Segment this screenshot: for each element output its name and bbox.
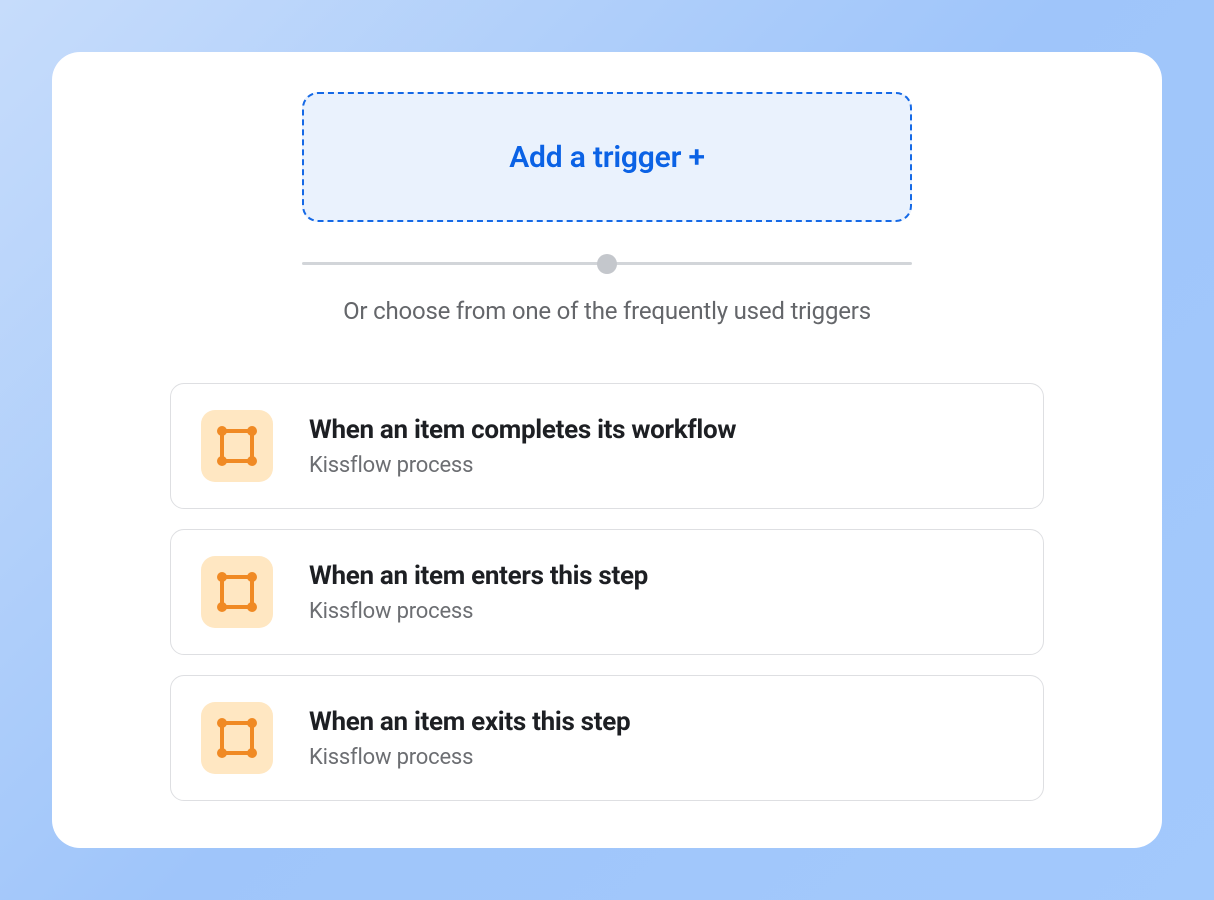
trigger-subtitle: Kissflow process bbox=[309, 745, 630, 770]
kissflow-process-icon bbox=[201, 702, 273, 774]
add-trigger-button[interactable]: Add a trigger + bbox=[302, 92, 912, 222]
process-square-icon bbox=[216, 571, 258, 613]
divider bbox=[302, 262, 912, 265]
divider-dot bbox=[597, 254, 617, 274]
trigger-title: When an item completes its workflow bbox=[309, 415, 736, 445]
trigger-title: When an item exits this step bbox=[309, 707, 630, 737]
trigger-subtitle: Kissflow process bbox=[309, 599, 648, 624]
kissflow-process-icon bbox=[201, 556, 273, 628]
trigger-card-item-enters-step[interactable]: When an item enters this step Kissflow p… bbox=[170, 529, 1044, 655]
trigger-text: When an item exits this step Kissflow pr… bbox=[309, 707, 630, 770]
trigger-subtitle: Kissflow process bbox=[309, 453, 736, 478]
trigger-text: When an item enters this step Kissflow p… bbox=[309, 561, 648, 624]
trigger-title: When an item enters this step bbox=[309, 561, 648, 591]
kissflow-process-icon bbox=[201, 410, 273, 482]
process-square-icon bbox=[216, 425, 258, 467]
process-square-icon bbox=[216, 717, 258, 759]
trigger-list: When an item completes its workflow Kiss… bbox=[170, 383, 1044, 801]
add-trigger-label: Add a trigger + bbox=[509, 140, 705, 175]
trigger-card-item-completes-workflow[interactable]: When an item completes its workflow Kiss… bbox=[170, 383, 1044, 509]
trigger-panel: Add a trigger + Or choose from one of th… bbox=[52, 52, 1162, 848]
trigger-card-item-exits-step[interactable]: When an item exits this step Kissflow pr… bbox=[170, 675, 1044, 801]
subtitle-text: Or choose from one of the frequently use… bbox=[343, 297, 871, 325]
trigger-text: When an item completes its workflow Kiss… bbox=[309, 415, 736, 478]
